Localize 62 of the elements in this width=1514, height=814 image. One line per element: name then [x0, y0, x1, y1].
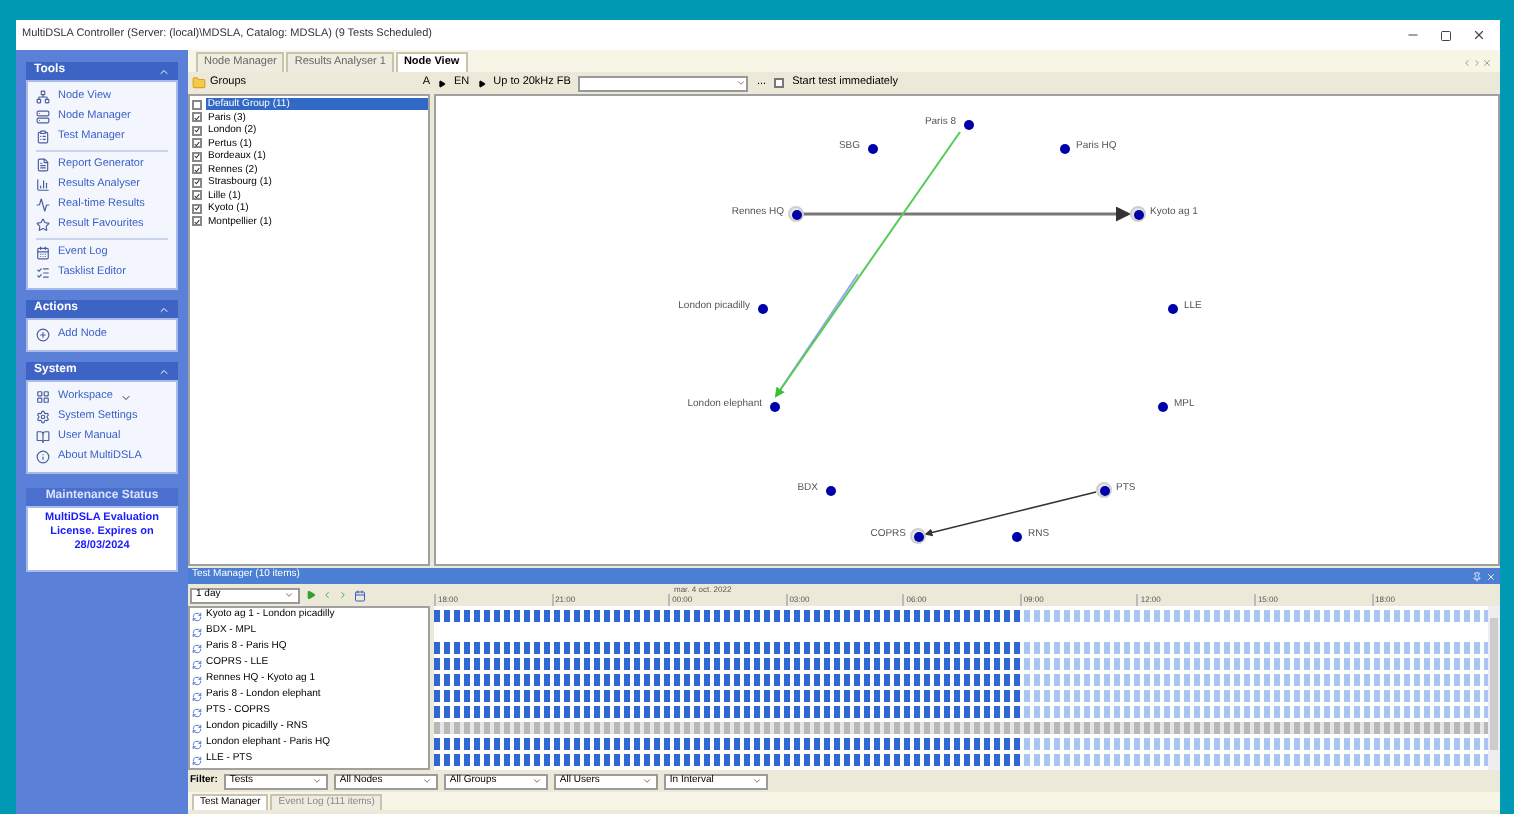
collapse-icon[interactable]: [158, 65, 170, 77]
caret-icon: [641, 776, 652, 786]
nav-icon: [36, 266, 50, 280]
nav-icon: [36, 178, 50, 192]
nav-icon: [36, 450, 50, 464]
nav-icon: [36, 390, 50, 404]
caret-icon: [421, 776, 432, 786]
caret-icon: [311, 776, 322, 786]
caret-icon: [531, 776, 542, 786]
node-dot[interactable]: [910, 528, 926, 544]
calendar-icon[interactable]: [354, 589, 366, 601]
refresh-icon: [192, 675, 202, 685]
group-checkbox[interactable]: [192, 203, 202, 214]
first-icon[interactable]: [306, 590, 316, 600]
nav-icon: [36, 410, 50, 424]
group-checkbox[interactable]: [192, 125, 202, 136]
nav-icon: [36, 158, 50, 172]
pin-icon[interactable]: [1472, 571, 1482, 581]
refresh-icon: [192, 691, 202, 701]
group-checkbox[interactable]: [192, 164, 202, 175]
collapse-icon[interactable]: [158, 303, 170, 315]
node-dot[interactable]: [1096, 482, 1112, 498]
refresh-icon: [192, 707, 202, 717]
close-icon[interactable]: [1472, 28, 1486, 42]
start-checkbox[interactable]: [774, 78, 785, 88]
group-checkbox[interactable]: [192, 216, 202, 227]
nav-icon: [36, 328, 50, 342]
nav-icon: [36, 218, 50, 232]
group-checkbox[interactable]: [192, 99, 202, 110]
maximize-icon[interactable]: [1440, 29, 1452, 41]
group-checkbox[interactable]: [192, 138, 202, 149]
nav-icon: [36, 130, 50, 144]
collapse-icon[interactable]: [158, 365, 170, 377]
refresh-icon: [192, 739, 202, 749]
nav-icon: [36, 430, 50, 444]
play-icon: [477, 79, 486, 87]
play-icon: [438, 79, 446, 87]
link-line: [779, 273, 859, 391]
caret-icon: [284, 590, 294, 600]
refresh-icon: [192, 611, 202, 621]
node-dot[interactable]: [788, 206, 804, 222]
node-dot[interactable]: [1130, 206, 1146, 222]
node-combobox[interactable]: [578, 75, 749, 91]
scrollbar[interactable]: [1488, 606, 1500, 770]
nav-icon: [36, 90, 50, 104]
refresh-icon: [192, 723, 202, 733]
group-checkbox[interactable]: [192, 177, 202, 188]
refresh-icon: [192, 755, 202, 765]
refresh-icon: [192, 659, 202, 669]
group-checkbox[interactable]: [192, 112, 202, 123]
minimize-icon[interactable]: [1406, 28, 1420, 42]
refresh-icon: [192, 643, 202, 653]
nav-icon: [36, 246, 50, 260]
caret-icon[interactable]: [120, 391, 133, 403]
refresh-icon: [192, 627, 202, 637]
nav-icon: [36, 198, 50, 212]
caret-icon: [736, 78, 747, 88]
group-checkbox[interactable]: [192, 151, 202, 162]
nav-icon: [36, 110, 50, 124]
group-checkbox[interactable]: [192, 190, 202, 201]
caret-icon: [751, 776, 762, 786]
folder-icon: [192, 76, 206, 90]
